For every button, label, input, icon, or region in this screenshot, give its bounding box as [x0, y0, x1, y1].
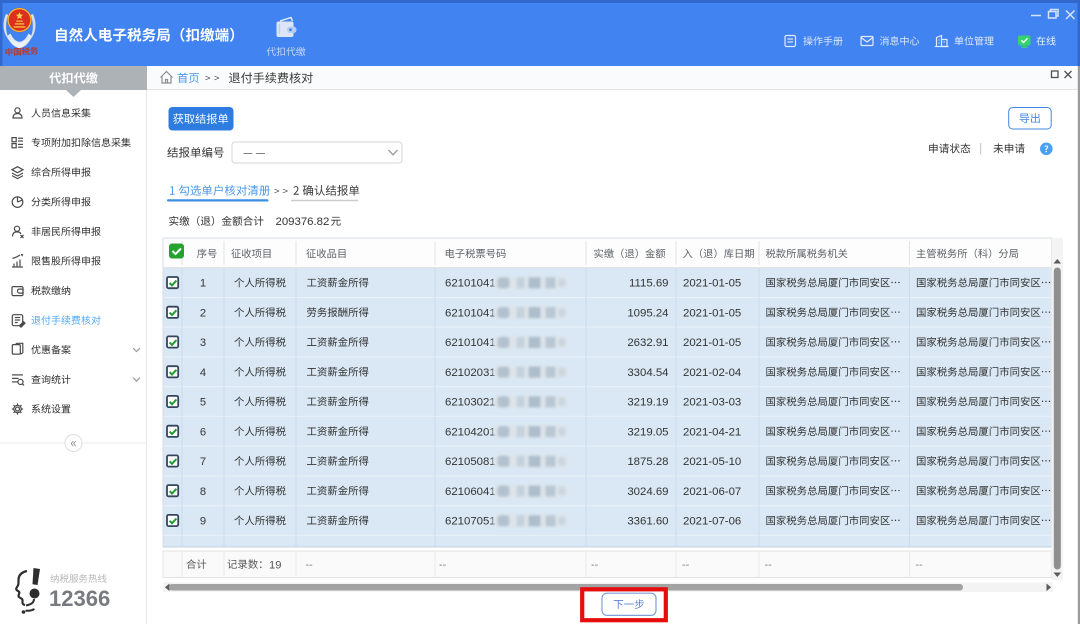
svg-text:3304.54: 3304.54: [627, 367, 668, 379]
svg-text:8: 8: [200, 486, 206, 498]
svg-text:6: 6: [200, 426, 206, 438]
svg-text:2021-07-06: 2021-07-06: [683, 516, 741, 528]
svg-text:19: 19: [269, 559, 281, 571]
svg-text:12366: 12366: [49, 586, 110, 611]
svg-text:2632.91: 2632.91: [627, 337, 668, 349]
svg-text:2021-02-04: 2021-02-04: [683, 367, 741, 379]
svg-text:3024.69: 3024.69: [627, 486, 668, 498]
svg-text:62101041: 62101041: [445, 278, 496, 290]
svg-text:1115.69: 1115.69: [629, 278, 668, 290]
svg-text:1095.24: 1095.24: [627, 307, 668, 319]
svg-text:2: 2: [200, 307, 206, 319]
svg-text:4: 4: [200, 367, 206, 379]
svg-text:2021-01-05: 2021-01-05: [683, 278, 741, 290]
svg-text:2021-06-07: 2021-06-07: [683, 486, 741, 498]
svg-text:62102031: 62102031: [445, 367, 496, 379]
svg-text:62107051: 62107051: [445, 516, 496, 528]
svg-text:5: 5: [200, 397, 206, 409]
svg-text:3361.60: 3361.60: [627, 516, 668, 528]
svg-text:62104201: 62104201: [445, 426, 496, 438]
svg-text:62101041: 62101041: [445, 307, 496, 319]
svg-text:2021-05-10: 2021-05-10: [683, 456, 741, 468]
svg-text:1875.28: 1875.28: [627, 456, 668, 468]
svg-text:3: 3: [200, 337, 206, 349]
svg-text:3219.19: 3219.19: [627, 397, 668, 409]
svg-text:2021-03-03: 2021-03-03: [683, 397, 741, 409]
svg-text:1: 1: [200, 278, 206, 290]
svg-text:9: 9: [200, 516, 206, 528]
svg-text:62105081: 62105081: [445, 456, 496, 468]
svg-text:62101041: 62101041: [445, 337, 496, 349]
svg-text:2021-01-05: 2021-01-05: [683, 337, 741, 349]
svg-text:2021-04-21: 2021-04-21: [683, 426, 741, 438]
svg-text:62106041: 62106041: [445, 486, 496, 498]
svg-text:7: 7: [200, 456, 206, 468]
svg-text:3219.05: 3219.05: [627, 426, 668, 438]
svg-text:209376.82: 209376.82: [276, 216, 330, 228]
svg-text:62103021: 62103021: [445, 397, 496, 409]
svg-text:2021-01-05: 2021-01-05: [683, 307, 741, 319]
